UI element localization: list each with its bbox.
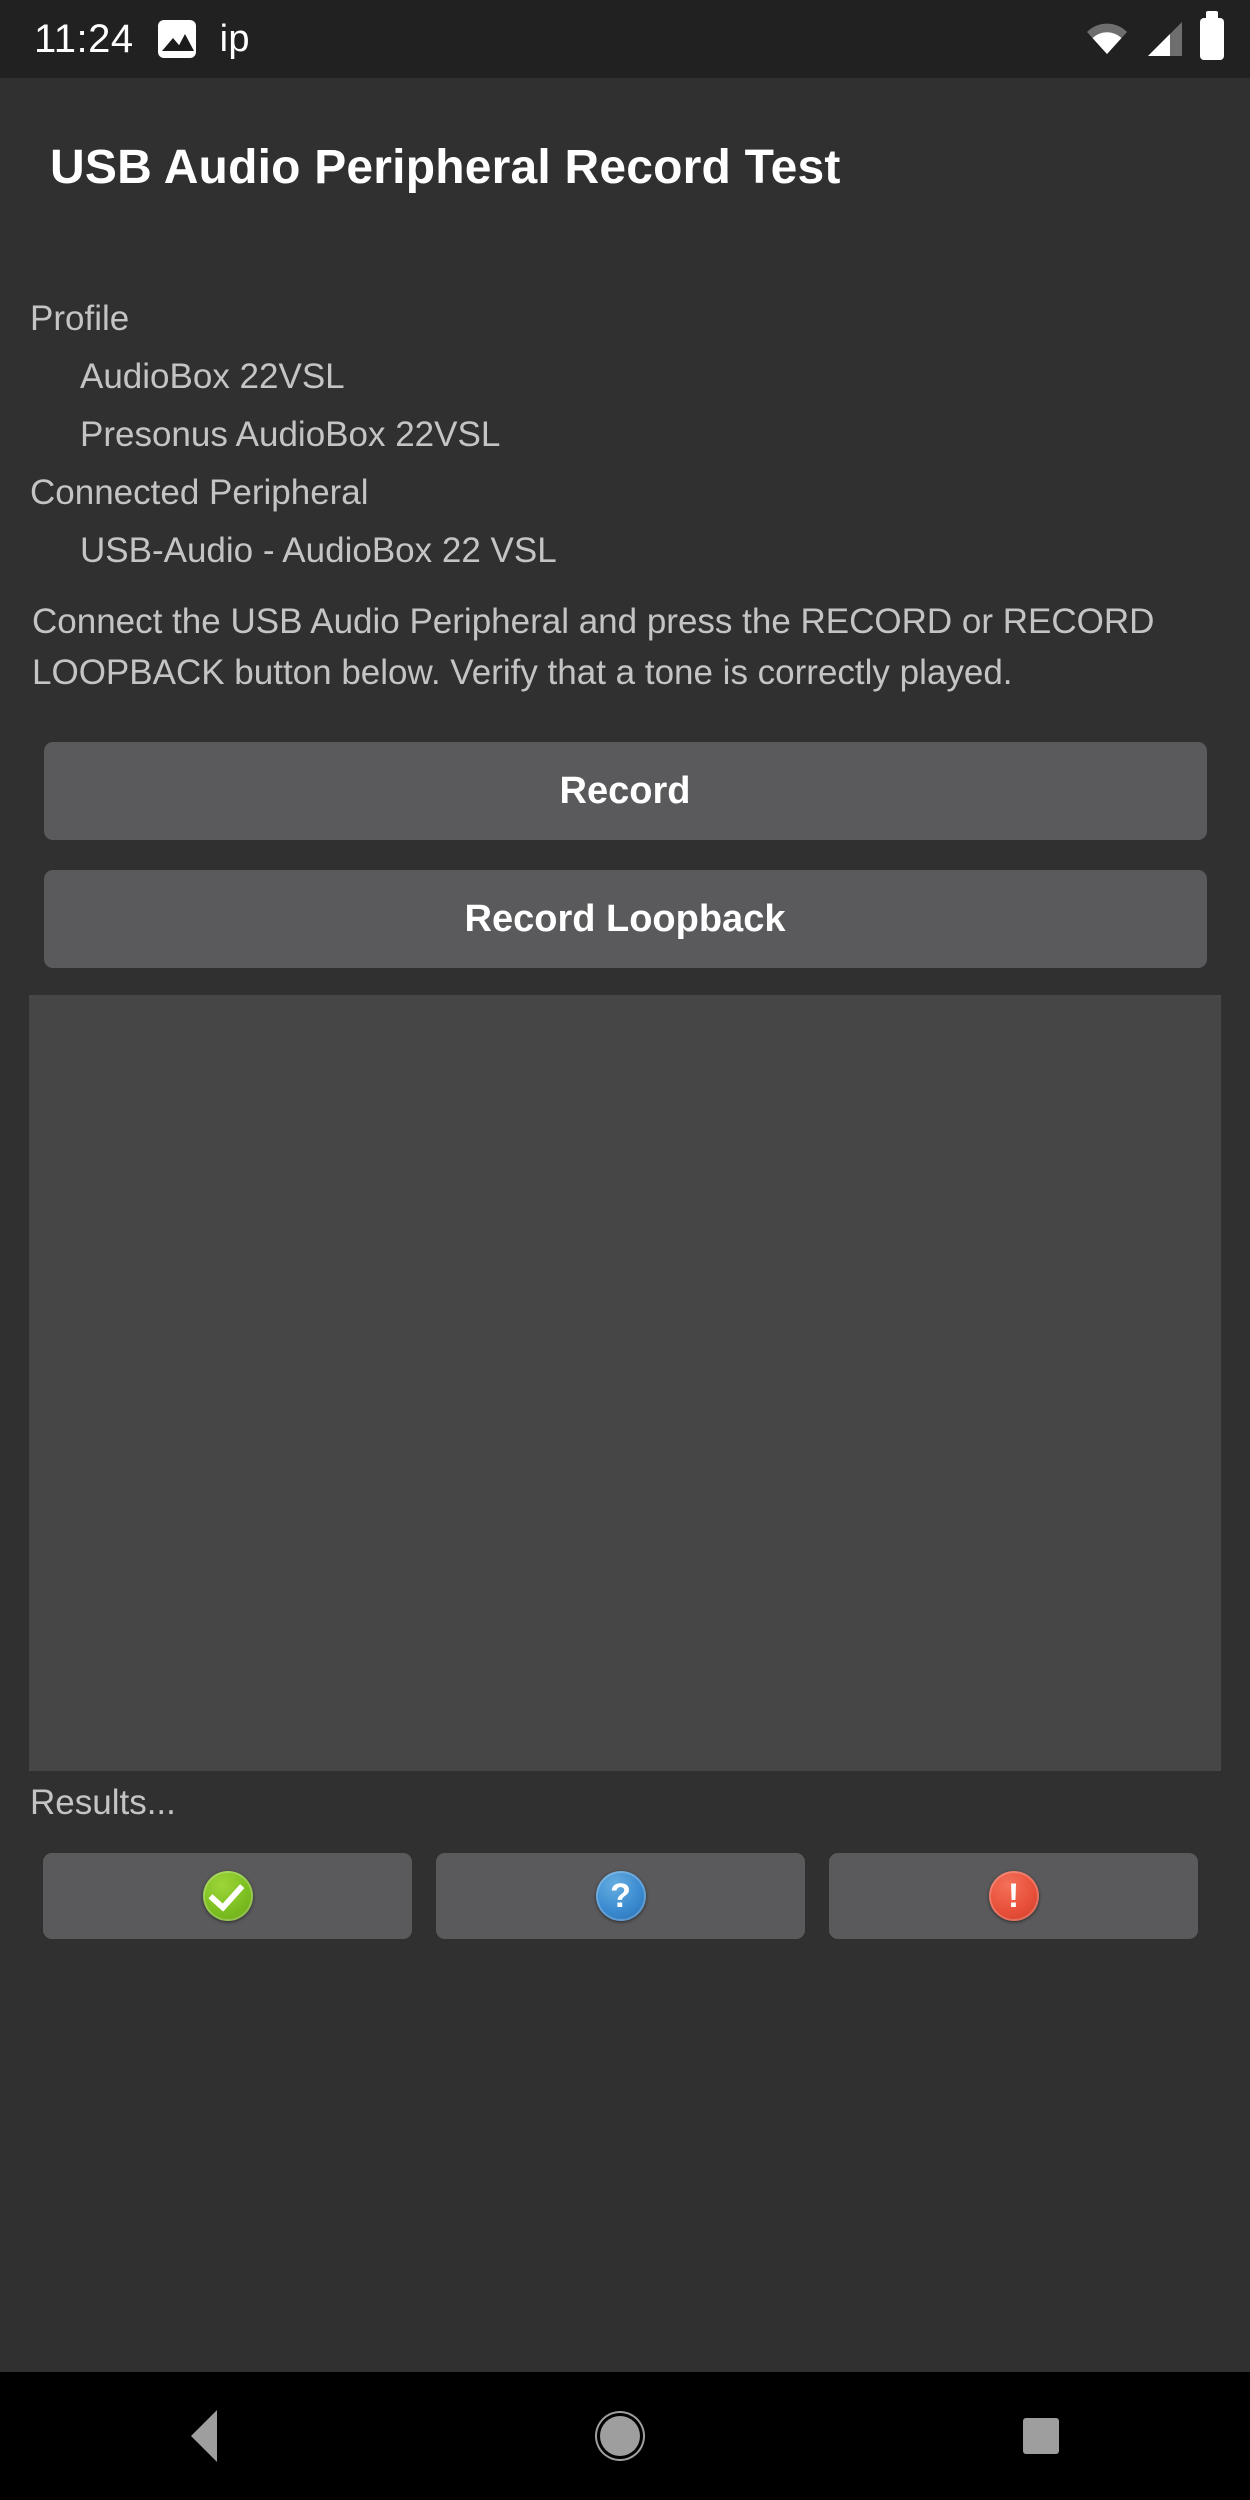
info-button[interactable]: ? — [436, 1853, 805, 1939]
home-circle-icon[interactable] — [599, 2416, 640, 2456]
profile-product: Presonus AudioBox 22VSL — [80, 415, 501, 454]
results-label: Results... — [30, 1783, 176, 1822]
instructions-text: Connect the USB Audio Peripheral and pre… — [32, 602, 1155, 692]
status-bar-notification-label: ip — [219, 18, 250, 60]
record-button[interactable]: Record — [43, 742, 1207, 840]
exclamation-circle-icon: ! — [988, 1871, 1039, 1921]
connected-peripheral-label: Connected Peripheral — [30, 473, 369, 512]
status-bar-left: 11:24 ip — [34, 19, 1086, 59]
recents-square-icon[interactable] — [1022, 2418, 1059, 2454]
record-loopback-button[interactable]: Record Loopback — [43, 870, 1207, 968]
waveform-results-panel — [29, 995, 1221, 1771]
fail-button[interactable]: ! — [829, 1853, 1198, 1939]
pass-button[interactable] — [43, 1853, 412, 1939]
connected-peripheral-device: USB-Audio - AudioBox 22 VSL — [80, 531, 557, 570]
back-triangle-icon[interactable] — [191, 2410, 218, 2462]
wifi-icon — [1086, 23, 1128, 55]
page-title: USB Audio Peripheral Record Test — [0, 78, 1250, 256]
system-navigation-bar — [0, 2372, 1250, 2500]
main-content: Profile AudioBox 22VSL Presonus AudioBox… — [0, 256, 1250, 1939]
profile-label: Profile — [30, 299, 130, 338]
record-loopback-button-container: Record Loopback — [0, 840, 1250, 968]
status-bar: 11:24 ip — [0, 0, 1250, 78]
status-bar-clock: 11:24 — [34, 17, 134, 61]
phone-screen: 11:24 ip USB Audio Peripheral Record Tes… — [0, 0, 1250, 2500]
results-button-row: ? ! — [0, 1827, 1250, 1939]
record-button-container: Record — [0, 698, 1250, 840]
device-info-block: Profile AudioBox 22VSL Presonus AudioBox… — [0, 256, 1250, 580]
question-circle-icon: ? — [595, 1871, 646, 1921]
photo-icon — [157, 20, 196, 58]
check-circle-icon — [202, 1871, 253, 1921]
check-mark-glyph — [207, 1874, 245, 1912]
cell-signal-icon — [1144, 20, 1184, 58]
status-bar-right — [1086, 11, 1224, 60]
profile-name: AudioBox 22VSL — [80, 357, 345, 396]
battery-icon — [1200, 11, 1224, 60]
